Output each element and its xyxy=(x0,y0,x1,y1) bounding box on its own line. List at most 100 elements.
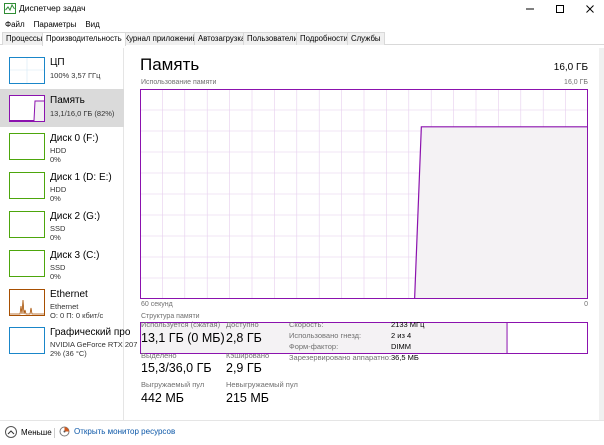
sidebar-item-label: Диск 2 (G:) xyxy=(50,211,101,222)
chevron-up-icon xyxy=(5,426,17,438)
committed-value: 15,3/36,0 ГБ xyxy=(141,361,212,375)
sidebar-item-type: HDD xyxy=(50,185,67,194)
graph-max-label: 16,0 ГБ xyxy=(564,79,588,86)
slots-value: 2 из 4 xyxy=(391,331,412,340)
sidebar-item-type: SSD xyxy=(50,224,66,233)
disk-thumbnail xyxy=(9,211,45,238)
speed-label: Скорость: xyxy=(289,320,324,329)
sidebar-item-type: HDD xyxy=(50,146,67,155)
tab-strip: Процессы Производительность Журнал прило… xyxy=(0,32,604,46)
sidebar-item-label: Память xyxy=(50,95,85,106)
open-resource-monitor-label: Открыть монитор ресурсов xyxy=(74,427,176,436)
maximize-icon xyxy=(556,4,564,13)
total-memory: 16,0 ГБ xyxy=(553,62,588,73)
tab-services[interactable]: Службы xyxy=(347,32,385,45)
close-button[interactable] xyxy=(576,0,604,17)
maximize-button[interactable] xyxy=(546,0,574,17)
sidebar-item-label: Диск 1 (D: E:) xyxy=(50,172,112,183)
close-icon xyxy=(586,4,594,13)
cpu-thumbnail xyxy=(9,57,45,84)
gpu-thumbnail xyxy=(9,327,45,354)
footer-divider xyxy=(54,428,55,438)
memory-usage-graph xyxy=(140,89,588,299)
graph-x-left-label: 60 секунд xyxy=(141,301,173,308)
nonpaged-pool-label: Невыгружаемый пул xyxy=(226,380,298,389)
in-use-label: Используется (сжатая) xyxy=(141,320,221,329)
paged-pool-value: 442 МБ xyxy=(141,391,184,405)
memory-thumbnail xyxy=(9,95,45,122)
tab-details[interactable]: Подробности xyxy=(296,32,352,45)
graph-caption: Использование памяти xyxy=(141,79,217,86)
footer: Меньше Открыть монитор ресурсов xyxy=(0,420,604,445)
resource-sidebar: ЦП 100% 3,57 ГГц Память 13,1/16,0 ГБ (82… xyxy=(0,48,137,420)
window-title: Диспетчер задач xyxy=(19,3,86,13)
tab-app-history[interactable]: Журнал приложений xyxy=(118,32,201,45)
disk-thumbnail xyxy=(9,172,45,199)
sidebar-item-disk-2[interactable]: Диск 2 (G:) SSD 0% xyxy=(0,205,124,243)
sidebar-item-detail: 13,1/16,0 ГБ (82%) xyxy=(50,109,115,118)
sidebar-item-detail: 2% (36 °C) xyxy=(50,349,87,358)
sidebar-item-disk-0[interactable]: Диск 0 (F:) HDD 0% xyxy=(0,127,124,165)
usage-area xyxy=(414,126,588,299)
reserved-label: Зарезервировано аппаратно: xyxy=(289,353,392,362)
memory-panel: Память 16,0 ГБ Использование памяти 16,0… xyxy=(124,48,604,420)
tab-users[interactable]: Пользователи xyxy=(243,32,302,45)
graph-x-right-label: 0 xyxy=(584,301,588,308)
available-value: 2,8 ГБ xyxy=(226,331,262,345)
speed-value: 2133 МГц xyxy=(391,320,425,329)
open-resource-monitor-link[interactable]: Открыть монитор ресурсов xyxy=(59,426,175,437)
sidebar-item-detail: 0% xyxy=(50,233,61,242)
ethernet-mini-graph xyxy=(10,299,44,315)
sidebar-item-gpu[interactable]: Графический про NVIDIA GeForce RTX 207 2… xyxy=(0,321,137,359)
available-label: Доступно xyxy=(226,320,259,329)
disk-thumbnail xyxy=(9,133,45,160)
fewer-details-button[interactable]: Меньше xyxy=(5,426,52,438)
scrollbar[interactable] xyxy=(599,48,604,420)
sidebar-item-type: SSD xyxy=(50,263,66,272)
disk-thumbnail xyxy=(9,250,45,277)
sidebar-item-memory[interactable]: Память 13,1/16,0 ГБ (82%) xyxy=(0,89,124,127)
sidebar-item-type: Ethernet xyxy=(50,302,79,311)
sidebar-item-detail: 100% 3,57 ГГц xyxy=(50,71,101,80)
paged-pool-label: Выгружаемый пул xyxy=(141,380,205,389)
sidebar-item-label: ЦП xyxy=(50,57,65,68)
menu-bar: Файл Параметры Вид xyxy=(0,17,604,32)
form-factor-label: Форм-фактор: xyxy=(289,342,339,351)
committed-label: Выделено xyxy=(141,351,177,360)
tab-startup[interactable]: Автозагрузка xyxy=(194,32,250,45)
sidebar-item-cpu[interactable]: ЦП 100% 3,57 ГГц xyxy=(0,51,124,89)
cpu-mini-graph xyxy=(10,58,44,83)
tab-processes[interactable]: Процессы xyxy=(2,32,47,45)
sidebar-item-disk-1[interactable]: Диск 1 (D: E:) HDD 0% xyxy=(0,166,124,204)
sidebar-item-label: Графический про xyxy=(50,327,131,338)
title-bar: Диспетчер задач xyxy=(0,0,604,17)
menu-file[interactable]: Файл xyxy=(5,20,25,29)
sidebar-item-detail: 0% xyxy=(50,194,61,203)
sidebar-item-ethernet[interactable]: Ethernet Ethernet О: 0 П: 0 кбит/с xyxy=(0,283,124,321)
minimize-icon xyxy=(526,8,534,9)
memory-mini-graph xyxy=(10,100,44,121)
sidebar-item-disk-3[interactable]: Диск 3 (C:) SSD 0% xyxy=(0,244,124,282)
fewer-details-label: Меньше xyxy=(21,427,52,437)
minimize-button[interactable] xyxy=(516,0,544,17)
sidebar-item-label: Ethernet xyxy=(50,289,88,300)
page-title: Память xyxy=(140,55,200,74)
cached-label: Кэшировано xyxy=(226,351,270,360)
sidebar-item-label: Диск 3 (C:) xyxy=(50,250,100,261)
slots-label: Использовано гнезд: xyxy=(289,331,362,340)
sidebar-item-detail: О: 0 П: 0 кбит/с xyxy=(50,311,104,320)
in-use-value: 13,1 ГБ (0 МБ) xyxy=(141,331,225,345)
reserved-value: 36,5 МБ xyxy=(391,353,419,362)
cached-value: 2,9 ГБ xyxy=(226,361,262,375)
tab-performance[interactable]: Производительность xyxy=(42,32,126,46)
task-manager-icon xyxy=(4,3,16,14)
ethernet-thumbnail xyxy=(9,289,45,316)
menu-view[interactable]: Вид xyxy=(85,20,99,29)
structure-caption: Структура памяти xyxy=(141,313,200,320)
sidebar-item-label: Диск 0 (F:) xyxy=(50,133,99,144)
nonpaged-pool-value: 215 МБ xyxy=(226,391,269,405)
sidebar-item-detail: 0% xyxy=(50,272,61,281)
form-factor-value: DIMM xyxy=(391,342,411,351)
menu-options[interactable]: Параметры xyxy=(34,20,77,29)
resource-monitor-icon xyxy=(59,426,70,437)
